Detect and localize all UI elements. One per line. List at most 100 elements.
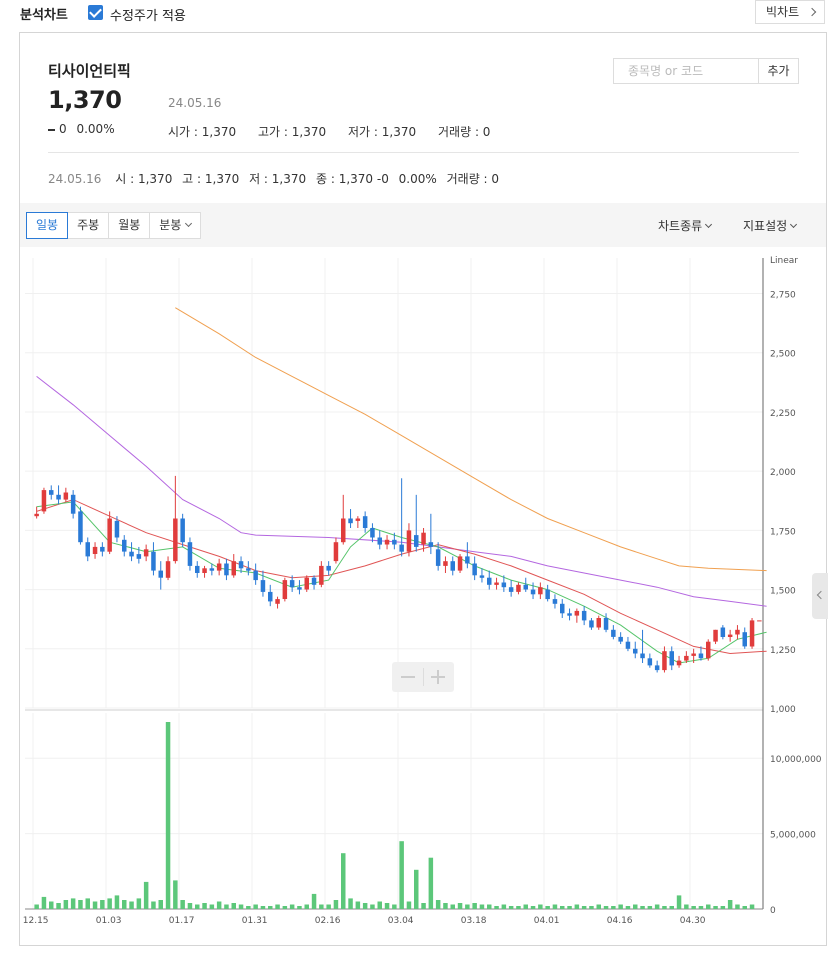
candle-body (100, 546, 105, 552)
price-axis-label: 2,500 (770, 350, 796, 360)
candle-body (216, 563, 222, 571)
volume-bar (450, 904, 455, 909)
zoom-out-icon[interactable] (401, 676, 415, 678)
volume-bar (727, 900, 733, 909)
volume-bar (545, 906, 550, 909)
volume-bar (129, 901, 134, 909)
candle-body (538, 587, 543, 595)
candle-body (224, 563, 229, 576)
candle-body (92, 546, 98, 554)
price-axis-label: 1,250 (770, 646, 796, 656)
volume-bar (662, 906, 667, 909)
volume-bar (70, 898, 76, 909)
volume-bar (333, 900, 339, 909)
candle-body (479, 575, 485, 578)
volume-bar (49, 901, 54, 909)
volume-bar (625, 906, 631, 909)
candle-body (450, 561, 455, 571)
volume-bar (414, 869, 419, 909)
candle-body (684, 655, 689, 661)
volume-bar (399, 841, 404, 909)
volume-bar (589, 906, 594, 909)
zoom-separator (423, 668, 424, 686)
candle-body (545, 589, 550, 600)
candle-body (370, 528, 375, 538)
volume-bar (421, 903, 426, 909)
candle-body (530, 589, 536, 595)
volume-bar (735, 904, 740, 909)
candle-body (289, 580, 295, 588)
candle-body (720, 627, 726, 637)
candle-body (114, 520, 120, 538)
volume-bar (538, 904, 543, 909)
candle-body (406, 530, 412, 552)
candle-body (158, 570, 163, 578)
price-axis-label: 1,000 (770, 705, 796, 715)
volume-bar (384, 903, 390, 909)
candle-body (49, 490, 54, 495)
volume-bar (457, 903, 463, 909)
volume-bar (319, 904, 324, 909)
volume-bar (713, 906, 718, 909)
candle-body (421, 532, 426, 545)
time-axis-label: 01.17 (169, 916, 195, 926)
candle-body (173, 518, 178, 562)
volume-bar (720, 906, 726, 909)
candle-body (41, 490, 47, 512)
candle-body (209, 568, 215, 571)
candle-body (472, 563, 477, 576)
volume-bar (552, 904, 558, 909)
candle-body (260, 580, 266, 592)
candle-body (742, 632, 747, 647)
volume-bar (85, 898, 90, 909)
candle-body (85, 542, 90, 557)
volume-bar (136, 898, 142, 909)
candle-body (727, 634, 733, 637)
volume-bar (122, 900, 127, 909)
candle-body (231, 561, 236, 576)
volume-bar (289, 904, 295, 909)
candle-body (633, 648, 638, 654)
chevron-left-icon (816, 590, 826, 600)
volume-bar (187, 903, 193, 909)
volume-bar (742, 906, 747, 909)
candle-body (523, 584, 528, 590)
time-axis-label: 01.31 (242, 916, 268, 926)
volume-bar (472, 903, 477, 909)
time-axis-label: 04.16 (607, 916, 633, 926)
volume-bar (574, 904, 580, 909)
volume-bar (749, 904, 755, 909)
volume-bar (603, 906, 609, 909)
candle-body (508, 587, 514, 592)
candle-body (304, 577, 309, 590)
zoom-in-icon-vertical[interactable] (437, 670, 439, 684)
candle-body (56, 494, 61, 500)
candle-body (735, 629, 740, 635)
candle-body (487, 577, 492, 585)
volume-bar (92, 901, 98, 909)
volume-bar (362, 903, 368, 909)
candle-body (297, 587, 302, 590)
volume-bar (435, 900, 441, 909)
candle-body (552, 599, 558, 604)
side-panel-toggle[interactable] (812, 573, 828, 619)
candle-body (589, 620, 594, 628)
stock-chart[interactable]: 2,750 2,500 2,250 2,000 1,750 1,500 1,250 1,000… (0, 0, 829, 956)
candle-body (151, 551, 156, 571)
volume-bar (706, 904, 711, 909)
volume-bar (173, 880, 178, 909)
volume-bar (311, 893, 317, 909)
candle-body (107, 518, 112, 552)
candle-body (187, 542, 193, 566)
volume-bar (158, 900, 163, 909)
candle-body (596, 618, 601, 628)
candle-body (333, 542, 339, 562)
volume-bar (78, 900, 83, 909)
candle-body (662, 651, 667, 671)
volume-bar (611, 906, 616, 909)
candle-body (611, 629, 616, 637)
volume-bar (100, 900, 105, 909)
tab-daily[interactable]: 일봉 (26, 212, 69, 239)
volume-bar (494, 906, 499, 909)
volume-bar (691, 906, 696, 909)
